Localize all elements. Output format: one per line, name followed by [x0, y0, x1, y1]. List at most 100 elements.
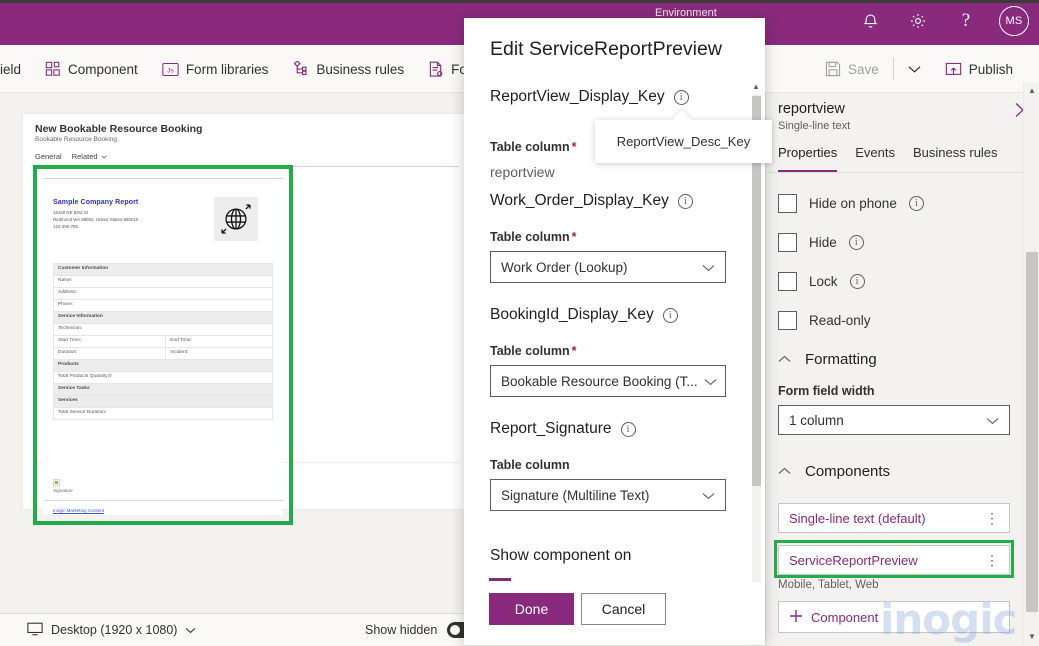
- cmd-component[interactable]: Component: [33, 45, 150, 93]
- checkbox-read-only[interactable]: [778, 311, 797, 330]
- chevron-up-icon: [778, 354, 791, 366]
- publish-button[interactable]: Publish: [933, 45, 1025, 93]
- properties-panel-scrollbar[interactable]: ▲ ▼: [1023, 82, 1039, 645]
- checkbox-hide-on-phone[interactable]: [778, 194, 797, 213]
- scroll-up-arrow-icon[interactable]: ▲: [1028, 86, 1036, 95]
- command-label: Business rules: [316, 61, 405, 77]
- report-cell: Total Service Duration:: [53, 407, 273, 420]
- plus-icon: [789, 609, 803, 626]
- checkbox-row-hide-on-phone[interactable]: Hide on phone i: [778, 194, 924, 213]
- show-hidden-label: Show hidden: [365, 623, 438, 637]
- address-line: 16160 NE 83rd St: [53, 210, 88, 215]
- divider: [892, 58, 894, 80]
- cancel-button[interactable]: Cancel: [581, 593, 666, 625]
- report-signature-block: Signature: [53, 479, 73, 493]
- info-icon[interactable]: i: [677, 193, 693, 209]
- form-settings-icon: [428, 61, 444, 78]
- report-section-row: Services: [53, 395, 273, 408]
- info-icon[interactable]: i: [662, 307, 678, 323]
- add-component-button[interactable]: Component: [778, 601, 1010, 633]
- done-button[interactable]: Done: [489, 593, 574, 625]
- report-data-row: Phone:: [53, 299, 273, 312]
- form-tab-related[interactable]: Related: [72, 152, 107, 161]
- scroll-down-arrow-icon[interactable]: ▼: [1028, 632, 1036, 641]
- form-field-width-select[interactable]: 1 column: [778, 405, 1010, 435]
- report-footer-link[interactable]: Inogic Marketing Content: [53, 508, 104, 513]
- show-component-on-underline: [489, 578, 511, 581]
- report-cell: Services: [53, 395, 273, 408]
- label-text: Table column: [490, 140, 570, 154]
- info-icon[interactable]: i: [849, 274, 865, 289]
- save-button[interactable]: Save: [813, 45, 891, 93]
- form-field-width-label: Form field width: [778, 384, 875, 398]
- group-heading-label: ReportView_Display_Key: [490, 88, 665, 105]
- report-cell: Service Information: [53, 311, 273, 324]
- checkbox-lock[interactable]: [778, 272, 797, 291]
- form-preview-card: New Bookable Resource Booking Bookable R…: [22, 113, 472, 525]
- toggle-knob: [450, 625, 461, 635]
- help-icon[interactable]: ?: [951, 6, 981, 36]
- overflow-menu-icon[interactable]: ⋮: [985, 511, 999, 525]
- gear-icon[interactable]: [903, 6, 933, 36]
- cmd-business-rules[interactable]: Business rules: [280, 45, 416, 93]
- dialog-title: Edit ServiceReportPreview: [490, 38, 722, 60]
- checkbox-row-hide[interactable]: Hide i: [778, 233, 864, 252]
- select-value: Signature (Multiline Text): [501, 487, 650, 503]
- table-column-select-signature[interactable]: Signature (Multiline Text): [490, 479, 726, 511]
- dialog-footer: Done Cancel: [464, 583, 765, 645]
- publish-label: Publish: [968, 61, 1013, 77]
- section-components[interactable]: Components: [778, 463, 890, 480]
- table-column-select-bookingid[interactable]: Bookable Resource Booking (T...: [490, 365, 726, 397]
- device-label: Desktop (1920 x 1080): [51, 623, 178, 637]
- device-selector[interactable]: Desktop (1920 x 1080): [27, 614, 196, 646]
- info-icon[interactable]: i: [673, 89, 689, 105]
- bell-icon[interactable]: [855, 6, 885, 36]
- save-options-chevron[interactable]: [896, 45, 933, 93]
- report-data-row: Start Time: End Time:: [52, 335, 273, 348]
- properties-panel: reportview Single-line text Properties E…: [765, 93, 1039, 645]
- section-formatting[interactable]: Formatting: [778, 351, 877, 368]
- avatar[interactable]: MS: [999, 6, 1029, 36]
- checkbox-hide[interactable]: [778, 233, 797, 252]
- selected-field-name: reportview: [778, 101, 845, 117]
- form-tab-general[interactable]: General: [35, 152, 62, 161]
- chevron-down-icon: [696, 488, 715, 503]
- report-cell: Technician:: [53, 323, 273, 336]
- label-text: Table column: [490, 344, 570, 358]
- tab-properties[interactable]: Properties: [778, 145, 838, 172]
- table-column-select-work-order[interactable]: Work Order (Lookup): [490, 251, 726, 283]
- checkbox-row-lock[interactable]: Lock i: [778, 272, 865, 291]
- table-column-value-reportview[interactable]: reportview: [490, 164, 555, 180]
- group-heading-reportview-display-key: ReportView_Display_Key i: [490, 88, 689, 106]
- info-icon[interactable]: i: [908, 196, 924, 211]
- select-value: Bookable Resource Booking (T...: [501, 373, 698, 389]
- chevron-down-icon: [186, 627, 196, 633]
- tab-business-rules[interactable]: Business rules: [913, 145, 998, 172]
- svg-text:Js: Js: [167, 67, 174, 74]
- group-heading-label: Show component on: [490, 547, 632, 564]
- report-data-row: Duration: Incident:: [52, 347, 273, 360]
- scrollbar-thumb[interactable]: [1026, 252, 1038, 612]
- info-icon[interactable]: i: [620, 421, 636, 437]
- scroll-up-arrow-icon[interactable]: ▲: [752, 82, 760, 91]
- checkbox-row-read-only[interactable]: Read-only: [778, 311, 871, 330]
- selected-component-highlight: Sample Company Report 16160 NE 83rd St R…: [33, 165, 293, 525]
- save-label: Save: [847, 61, 879, 77]
- report-cell: End Time:: [165, 335, 273, 348]
- chevron-down-icon: [986, 413, 999, 428]
- report-section-row: Service Information: [53, 311, 273, 324]
- globe-icon: [214, 197, 258, 241]
- required-asterisk: *: [571, 230, 577, 244]
- business-rules-icon: [292, 60, 309, 77]
- command-label: Form libraries: [185, 61, 269, 77]
- tooltip-text: ReportView_Desc_Key: [616, 134, 751, 149]
- component-item-single-line-text[interactable]: Single-line text (default) ⋮: [778, 503, 1010, 533]
- service-report-preview[interactable]: Sample Company Report 16160 NE 83rd St R…: [43, 175, 283, 515]
- info-icon[interactable]: i: [848, 235, 864, 250]
- group-heading-label: BookingId_Display_Key: [490, 306, 654, 323]
- component-platforms-label: Mobile, Tablet, Web: [778, 579, 879, 591]
- tab-events[interactable]: Events: [855, 145, 895, 172]
- report-cell: Start Time:: [52, 335, 167, 348]
- cmd-field[interactable]: ield: [0, 45, 33, 93]
- cmd-form-libraries[interactable]: Js Form libraries: [150, 45, 281, 93]
